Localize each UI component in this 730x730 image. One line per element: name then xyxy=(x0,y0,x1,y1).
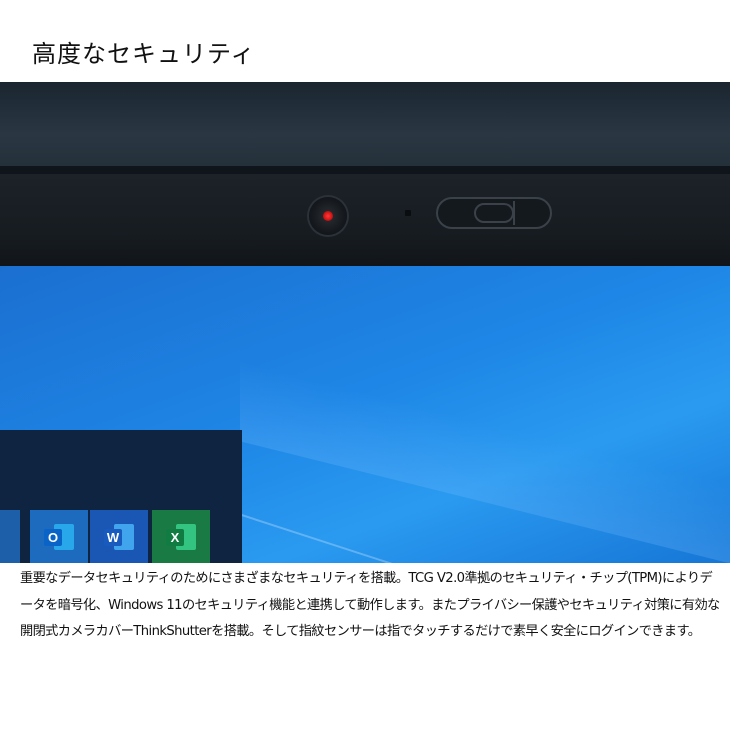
bezel-top xyxy=(0,82,730,170)
hero-image: O W X xyxy=(0,82,730,563)
description-text: 重要なデータセキュリティのためにさまざまなセキュリティを搭載。TCG V2.0準… xyxy=(20,571,720,639)
word-tile: W xyxy=(90,510,148,563)
outlook-tile: O xyxy=(30,510,88,563)
webcam-icon xyxy=(309,197,347,235)
thinkshutter-slider xyxy=(436,197,552,229)
outlook-icon: O xyxy=(44,523,74,550)
ir-sensor xyxy=(405,210,411,216)
wallpaper-light xyxy=(240,361,730,563)
camera-indicator-light xyxy=(323,211,333,221)
excel-icon: X xyxy=(166,523,196,550)
page-title: 高度なセキュリティ xyxy=(32,40,256,68)
bezel-edge xyxy=(0,166,730,174)
camera-bezel xyxy=(0,174,730,266)
shutter-slot xyxy=(513,201,515,225)
word-icon: W xyxy=(104,523,134,550)
shutter-knob xyxy=(474,203,514,223)
excel-tile: X xyxy=(152,510,210,563)
start-tile xyxy=(0,510,20,563)
